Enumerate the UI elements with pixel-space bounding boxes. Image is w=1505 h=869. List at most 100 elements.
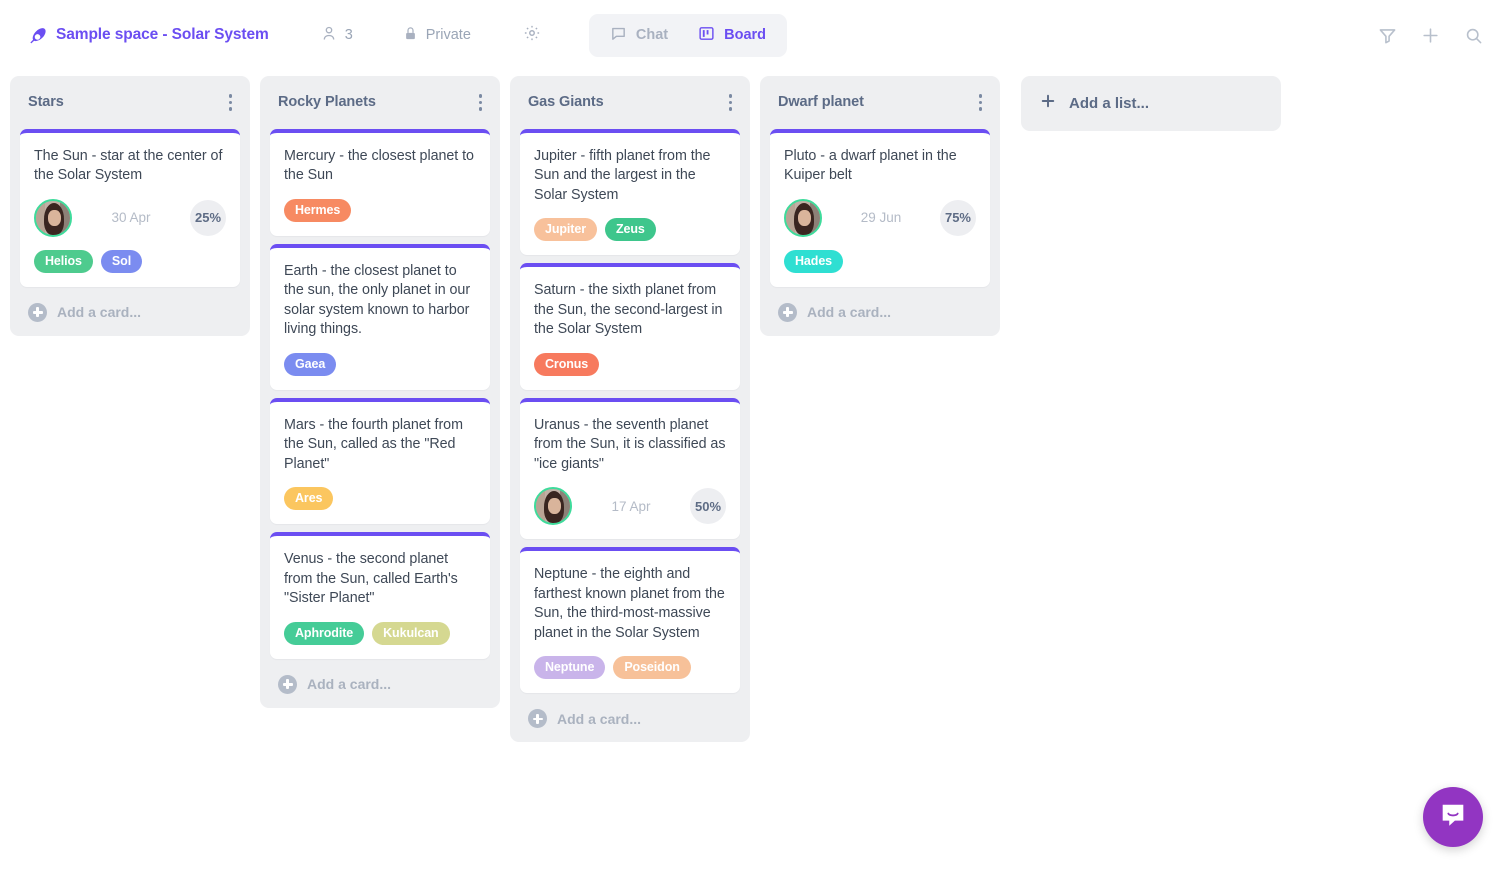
board-icon (698, 25, 715, 46)
card-tags: Jupiter Zeus (534, 218, 726, 241)
board-card[interactable]: Mars - the fourth planet from the Sun, c… (270, 398, 490, 525)
card-tags: Cronus (534, 353, 726, 376)
card-tags: Neptune Poseidon (534, 656, 726, 679)
add-card-button[interactable]: Add a card... (770, 301, 990, 324)
tab-chat[interactable]: Chat (597, 20, 681, 51)
card-progress-badge: 75% (940, 200, 976, 236)
card-tags: Hermes (284, 199, 476, 222)
board-canvas: Stars The Sun - star at the center of the… (0, 70, 1505, 869)
card-tag[interactable]: Kukulcan (372, 622, 449, 645)
card-title: Earth - the closest planet to the sun, t… (284, 262, 476, 340)
plus-icon[interactable] (1421, 26, 1440, 45)
space-title[interactable]: Sample space - Solar System (28, 26, 269, 45)
card-stack: Mercury - the closest planet to the Sun H… (270, 129, 490, 659)
card-due-date: 17 Apr (611, 499, 650, 514)
list-header: Stars (20, 76, 240, 129)
list-column: Dwarf planet Pluto - a dwarf planet in th… (760, 76, 1000, 336)
board-card[interactable]: Saturn - the sixth planet from the Sun, … (520, 263, 740, 390)
card-stack: The Sun - star at the center of the Sola… (20, 129, 240, 287)
card-due-date: 29 Jun (861, 210, 902, 225)
tab-board-label: Board (724, 27, 766, 43)
card-tag[interactable]: Gaea (284, 353, 336, 376)
intercom-chat-launcher[interactable] (1423, 787, 1483, 847)
list-header: Dwarf planet (770, 76, 990, 129)
list-title[interactable]: Dwarf planet (778, 94, 864, 110)
card-title: Mercury - the closest planet to the Sun (284, 147, 476, 186)
card-meta-row: 30 Apr25% (34, 199, 226, 237)
card-tag[interactable]: Neptune (534, 656, 605, 679)
board-card[interactable]: Venus - the second planet from the Sun, … (270, 532, 490, 659)
add-card-label: Add a card... (807, 304, 891, 320)
space-title-label: Sample space - Solar System (56, 26, 269, 44)
card-tag[interactable]: Aphrodite (284, 622, 364, 645)
more-vertical-icon[interactable] (723, 90, 739, 115)
card-tag[interactable]: Cronus (534, 353, 599, 376)
gear-icon (523, 24, 541, 46)
add-card-button[interactable]: Add a card... (20, 301, 240, 324)
space-meta-group: 3 Private (269, 24, 541, 46)
card-title: Pluto - a dwarf planet in the Kuiper bel… (784, 147, 976, 186)
tab-board[interactable]: Board (685, 20, 779, 51)
more-vertical-icon[interactable] (473, 90, 489, 115)
add-list-label: Add a list... (1069, 95, 1149, 112)
card-meta-row: 29 Jun 75% (784, 199, 976, 237)
board-card[interactable]: Uranus - the seventh planet from the Sun… (520, 398, 740, 540)
card-tag[interactable]: Zeus (605, 218, 656, 241)
board-card[interactable]: Jupiter - fifth planet from the Sun and … (520, 129, 740, 256)
list-column: Stars The Sun - star at the center of the… (10, 76, 250, 336)
plus-icon (1039, 92, 1057, 115)
top-bar-actions (1378, 26, 1483, 45)
lock-icon (403, 25, 418, 46)
filter-icon[interactable] (1378, 26, 1397, 45)
list-column: Rocky Planets Mercury - the closest plane… (260, 76, 500, 708)
card-stack: Pluto - a dwarf planet in the Kuiper bel… (770, 129, 990, 287)
card-tag[interactable]: Hades (784, 250, 843, 273)
card-tags: Ares (284, 487, 476, 510)
members-button[interactable]: 3 (321, 25, 353, 46)
card-tag[interactable]: Jupiter (534, 218, 597, 241)
list-title[interactable]: Rocky Planets (278, 94, 376, 110)
add-list-button[interactable]: Add a list... (1021, 76, 1281, 131)
card-progress-badge: 50% (690, 488, 726, 524)
board-card[interactable]: Pluto - a dwarf planet in the Kuiper bel… (770, 129, 990, 287)
members-count: 3 (345, 27, 353, 43)
card-due-date: 30 Apr (111, 210, 150, 225)
more-vertical-icon[interactable] (223, 90, 239, 115)
card-title: Jupiter - fifth planet from the Sun and … (534, 147, 726, 206)
card-tag[interactable]: Hermes (284, 199, 351, 222)
list-title[interactable]: Stars (28, 94, 64, 110)
plus-icon (778, 303, 797, 322)
card-tag[interactable]: Sol (101, 250, 142, 273)
search-icon[interactable] (1464, 26, 1483, 45)
card-tag[interactable]: Helios (34, 250, 93, 273)
add-card-label: Add a card... (557, 711, 641, 727)
add-card-button[interactable]: Add a card... (270, 673, 490, 696)
board-card[interactable]: The Sun - star at the center of the Sola… (20, 129, 240, 287)
person-icon (321, 25, 337, 46)
card-stack: Jupiter - fifth planet from the Sun and … (520, 129, 740, 694)
settings-button[interactable] (523, 24, 541, 46)
card-tags: Hades (784, 250, 976, 273)
add-card-label: Add a card... (307, 676, 391, 692)
list-column: Gas Giants Jupiter - fifth planet from th… (510, 76, 750, 742)
tab-chat-label: Chat (636, 27, 668, 43)
privacy-button[interactable]: Private (403, 25, 471, 46)
board-card[interactable]: Earth - the closest planet to the sun, t… (270, 244, 490, 390)
card-meta-row: 17 Apr 50% (534, 487, 726, 525)
card-tag[interactable]: Poseidon (613, 656, 690, 679)
card-title: Saturn - the sixth planet from the Sun, … (534, 281, 726, 340)
list-title[interactable]: Gas Giants (528, 94, 604, 110)
board-card[interactable]: Neptune - the eighth and farthest known … (520, 547, 740, 693)
avatar[interactable] (784, 199, 822, 237)
list-header: Gas Giants (520, 76, 740, 129)
card-tag[interactable]: Ares (284, 487, 333, 510)
board-card[interactable]: Mercury - the closest planet to the Sun H… (270, 129, 490, 236)
comet-icon (28, 26, 47, 45)
avatar[interactable] (34, 199, 72, 237)
card-tags: Gaea (284, 353, 476, 376)
top-bar: Sample space - Solar System 3 Private (0, 0, 1505, 70)
chat-bubble-smile-icon (1438, 800, 1468, 835)
add-card-button[interactable]: Add a card... (520, 707, 740, 730)
more-vertical-icon[interactable] (973, 90, 989, 115)
avatar[interactable] (534, 487, 572, 525)
